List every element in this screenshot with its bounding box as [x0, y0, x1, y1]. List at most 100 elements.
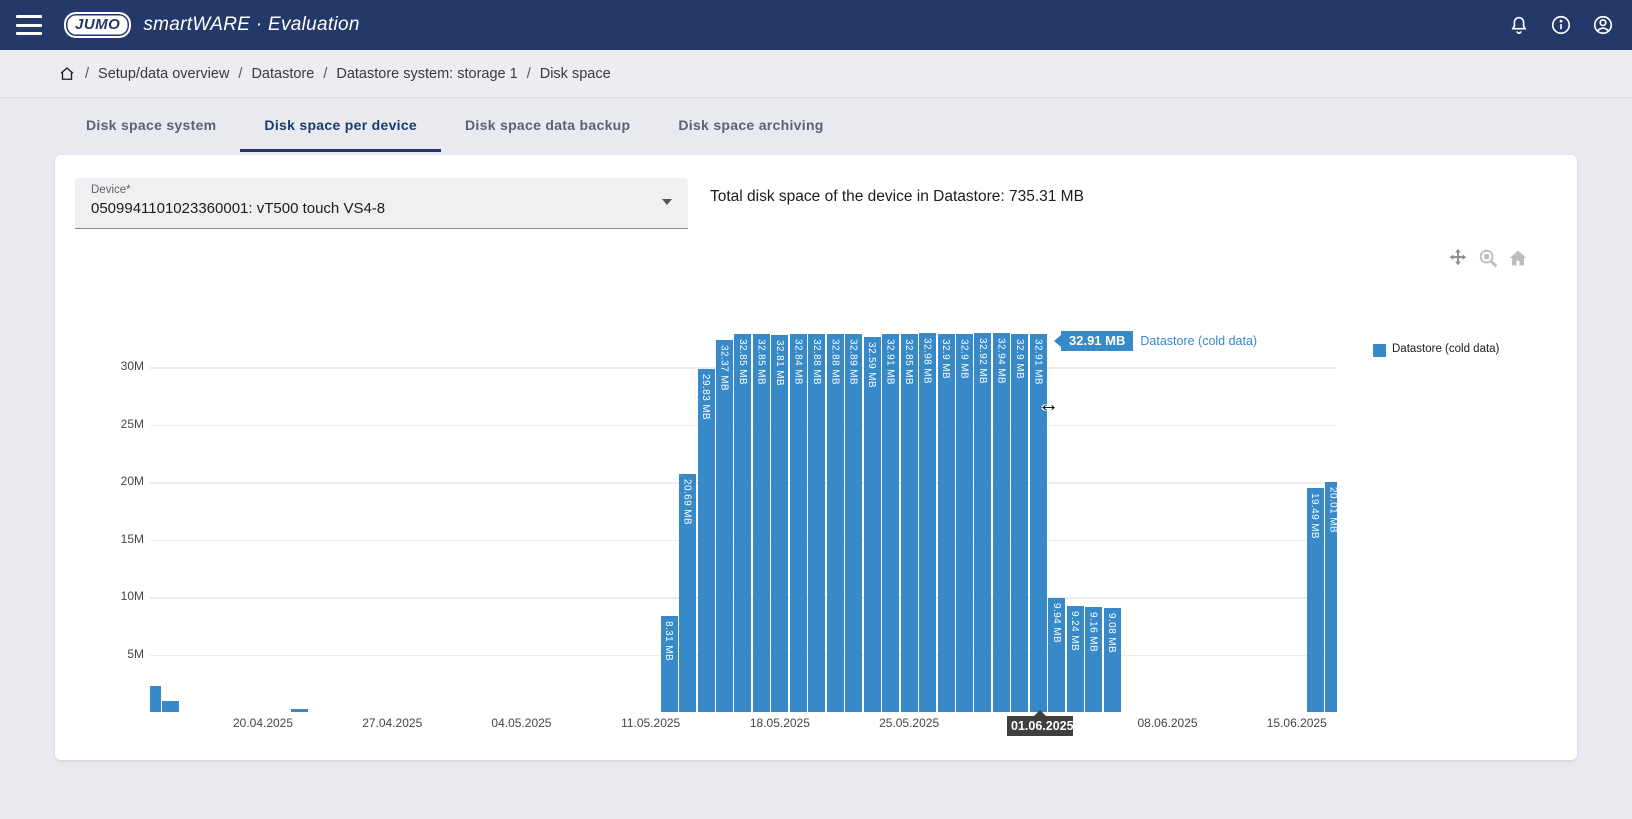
x-axis-tick: 25.05.2025 — [864, 716, 954, 730]
bar-32.59 MB[interactable] — [864, 337, 881, 712]
disk-space-card: Device* 0509941101023360001: vT500 touch… — [55, 155, 1577, 760]
bar-1[interactable] — [162, 701, 179, 713]
bar-32.84 MB[interactable] — [790, 334, 807, 712]
chevron-down-icon — [662, 199, 672, 205]
bar-value-label: 32.37 MB — [719, 345, 730, 391]
bar-32.37 MB[interactable] — [716, 340, 733, 712]
bar-value-label: 32.98 MB — [922, 338, 933, 384]
breadcrumb-item[interactable]: Datastore — [251, 66, 314, 82]
y-axis-tick: 15M — [84, 532, 144, 546]
bar-value-label: 32.9 MB — [958, 339, 969, 379]
bar-value-label: 32.88 MB — [829, 339, 840, 385]
bar-value-label: 32.9 MB — [940, 339, 951, 379]
bar-32.9 MB[interactable] — [956, 334, 973, 712]
legend-item-datastore-cold-data[interactable]: Datastore (cold data) — [1373, 343, 1499, 357]
bar-32.9 MB[interactable] — [938, 334, 955, 712]
bar-value-label: 32.85 MB — [737, 339, 748, 385]
y-axis-tick: 25M — [84, 417, 144, 431]
bar-32.81 MB[interactable] — [771, 335, 788, 712]
bar-value-label: 32.9 MB — [1014, 339, 1025, 379]
chart-toolbar — [1447, 247, 1529, 269]
bar-value-label: 32.94 MB — [995, 338, 1006, 384]
app-title: smartWARE · Evaluation — [143, 14, 359, 36]
tab-disk-space-data-backup[interactable]: Disk space data backup — [441, 103, 654, 152]
y-axis-tick: 20M — [84, 474, 144, 488]
bar-32.89 MB[interactable] — [845, 334, 862, 712]
bar-32.91 MB[interactable] — [882, 334, 899, 712]
menu-icon[interactable] — [16, 15, 42, 35]
device-select-value: 0509941101023360001: vT500 touch VS4-8 — [91, 200, 385, 217]
bar-value-label: 8.31 MB — [663, 621, 674, 661]
bar-value-label: 9.24 MB — [1069, 611, 1080, 651]
bar-value-label: 19.49 MB — [1309, 493, 1320, 539]
tab-disk-space-per-device[interactable]: Disk space per device — [240, 103, 441, 152]
date-tooltip-text: 01.06.2025 — [1007, 716, 1073, 736]
hover-series-name: Datastore (cold data) — [1140, 334, 1257, 348]
bar-value-label: 32.89 MB — [848, 339, 859, 385]
bar-2.3[interactable] — [150, 686, 161, 712]
y-axis-tick: 30M — [84, 359, 144, 373]
jumo-logo: JUMO — [64, 12, 131, 38]
breadcrumb: / Setup/data overview / Datastore / Datastore… — [0, 50, 1632, 97]
bar-32.85 MB[interactable] — [753, 334, 770, 712]
breadcrumb-separator: / — [527, 66, 531, 82]
bar-32.85 MB[interactable] — [734, 334, 751, 712]
breadcrumb-separator: / — [323, 66, 327, 82]
device-select[interactable]: Device* 0509941101023360001: vT500 touch… — [75, 178, 688, 229]
legend-swatch — [1373, 344, 1386, 357]
tab-disk-space-system[interactable]: Disk space system — [62, 103, 240, 152]
x-axis-tick: 08.06.2025 — [1123, 716, 1213, 730]
bar-32.9 MB[interactable] — [1011, 334, 1028, 712]
legend-label: Datastore (cold data) — [1392, 343, 1499, 355]
breadcrumb-item[interactable]: Disk space — [540, 66, 611, 82]
bar-value-label: 32.85 MB — [903, 339, 914, 385]
bar-chart-plot-area[interactable]: 8.31 MB 20.69 MB 29.83 MB 32.37 MB 32.85 MB 3… — [150, 290, 1337, 712]
breadcrumb-item[interactable]: Datastore system: storage 1 — [336, 66, 517, 82]
y-axis-tick: 5M — [84, 647, 144, 661]
bar-value-label: 32.91 MB — [1032, 339, 1043, 385]
hover-value: 32.91 MB — [1061, 331, 1133, 351]
breadcrumb-item[interactable]: Setup/data overview — [98, 66, 229, 82]
bar-32.98 MB[interactable] — [919, 333, 936, 712]
bar-value-label: 29.83 MB — [700, 374, 711, 420]
top-app-bar: JUMO smartWARE · Evaluation — [0, 0, 1632, 50]
notifications-icon[interactable] — [1508, 14, 1530, 36]
bar-value-label: 32.92 MB — [977, 338, 988, 384]
info-icon[interactable] — [1550, 14, 1572, 36]
account-icon[interactable] — [1592, 14, 1614, 36]
bar-value-label: 9.08 MB — [1106, 613, 1117, 653]
bar-value-label: 32.59 MB — [866, 342, 877, 388]
bar-value-label: 9.94 MB — [1051, 603, 1062, 643]
bar-32.92 MB[interactable] — [974, 333, 991, 712]
bar-32.85 MB[interactable] — [901, 334, 918, 712]
tab-bar: Disk space systemDisk space per deviceDi… — [62, 103, 848, 152]
bar-value-label: 32.85 MB — [755, 339, 766, 385]
bar-value-label: 32.81 MB — [774, 340, 785, 386]
bar-value-label: 32.91 MB — [885, 339, 896, 385]
bar-32.94 MB[interactable] — [993, 333, 1010, 712]
x-axis-tick: 27.04.2025 — [347, 716, 437, 730]
tab-disk-space-archiving[interactable]: Disk space archiving — [654, 103, 847, 152]
device-select-label: Device* — [91, 184, 131, 196]
hover-tooltip: 32.91 MB Datastore (cold data) — [1054, 331, 1257, 351]
breadcrumb-separator: / — [238, 66, 242, 82]
bar-value-label: 20.69 MB — [682, 479, 693, 525]
x-axis-tick: 11.05.2025 — [606, 716, 696, 730]
bar-32.91 MB[interactable] — [1030, 334, 1047, 712]
bar-29.83 MB[interactable] — [698, 369, 715, 712]
x-axis-tick: 15.06.2025 — [1252, 716, 1342, 730]
bar-value-label: 9.16 MB — [1088, 612, 1099, 652]
bar-0.3[interactable] — [291, 709, 308, 712]
bar-value-label: 32.88 MB — [811, 339, 822, 385]
zoom-box-icon[interactable] — [1477, 247, 1499, 269]
x-axis-tick: 18.05.2025 — [735, 716, 825, 730]
x-axis-tick: 04.05.2025 — [476, 716, 566, 730]
pan-icon[interactable] — [1447, 247, 1469, 269]
breadcrumb-separator: / — [85, 66, 89, 82]
bar-32.88 MB[interactable] — [827, 334, 844, 712]
bar-32.88 MB[interactable] — [808, 334, 825, 712]
home-icon[interactable] — [58, 65, 76, 83]
reset-axes-icon[interactable] — [1507, 247, 1529, 269]
y-axis-tick: 10M — [84, 589, 144, 603]
total-disk-space-text: Total disk space of the device in Datast… — [710, 188, 1084, 206]
